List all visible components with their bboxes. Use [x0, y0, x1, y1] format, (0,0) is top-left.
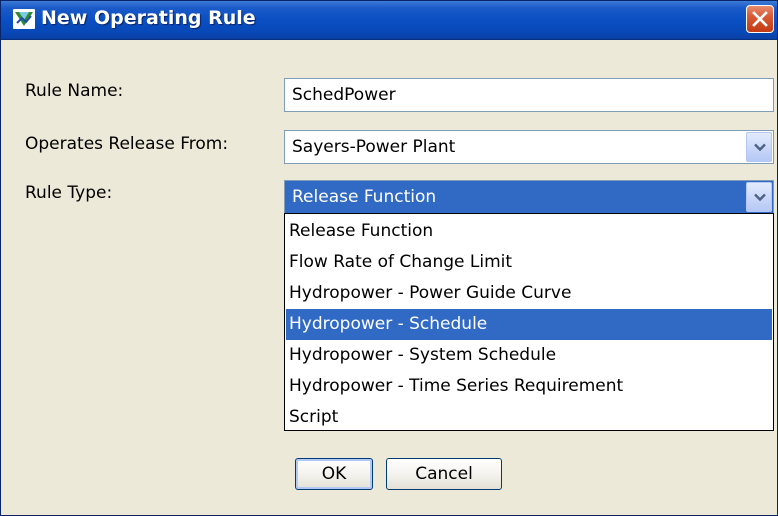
new-operating-rule-dialog: New Operating Rule Rule Name: SchedPower… — [0, 0, 778, 516]
rule-type-dropdown-button[interactable] — [746, 182, 772, 212]
ok-button[interactable]: OK — [295, 458, 373, 490]
operates-release-from-value: Sayers-Power Plant — [292, 137, 456, 157]
rule-type-label: Rule Type: — [25, 183, 113, 203]
cancel-button[interactable]: Cancel — [386, 458, 502, 490]
rule-name-label: Rule Name: — [25, 81, 124, 101]
rule-type-option-system-schedule[interactable]: Hydropower - System Schedule — [286, 340, 772, 371]
rule-type-dropdown-list: Release Function Flow Rate of Change Lim… — [284, 213, 774, 431]
rule-type-option-release-function[interactable]: Release Function — [286, 216, 772, 247]
rule-type-value: Release Function — [292, 187, 437, 207]
rule-type-option-power-guide-curve[interactable]: Hydropower - Power Guide Curve — [286, 278, 772, 309]
operates-release-from-label: Operates Release From: — [25, 134, 229, 154]
rule-name-input[interactable]: SchedPower — [284, 78, 774, 112]
chevron-down-icon — [754, 143, 766, 152]
window-title: New Operating Rule — [41, 7, 256, 29]
operates-dropdown-button[interactable] — [746, 132, 772, 162]
rule-type-select[interactable]: Release Function — [284, 180, 774, 214]
chevron-down-icon — [754, 193, 766, 202]
rule-type-option-flow-rate-of-change-limit[interactable]: Flow Rate of Change Limit — [286, 247, 772, 278]
rule-type-option-time-series-requirement[interactable]: Hydropower - Time Series Requirement — [286, 371, 772, 402]
close-button[interactable] — [746, 5, 774, 33]
app-icon — [13, 9, 35, 29]
title-bar[interactable]: New Operating Rule — [1, 1, 777, 40]
close-icon — [752, 11, 768, 27]
operates-release-from-select[interactable]: Sayers-Power Plant — [284, 130, 774, 164]
rule-type-option-schedule[interactable]: Hydropower - Schedule — [286, 309, 772, 340]
rule-type-option-script[interactable]: Script — [286, 402, 772, 433]
